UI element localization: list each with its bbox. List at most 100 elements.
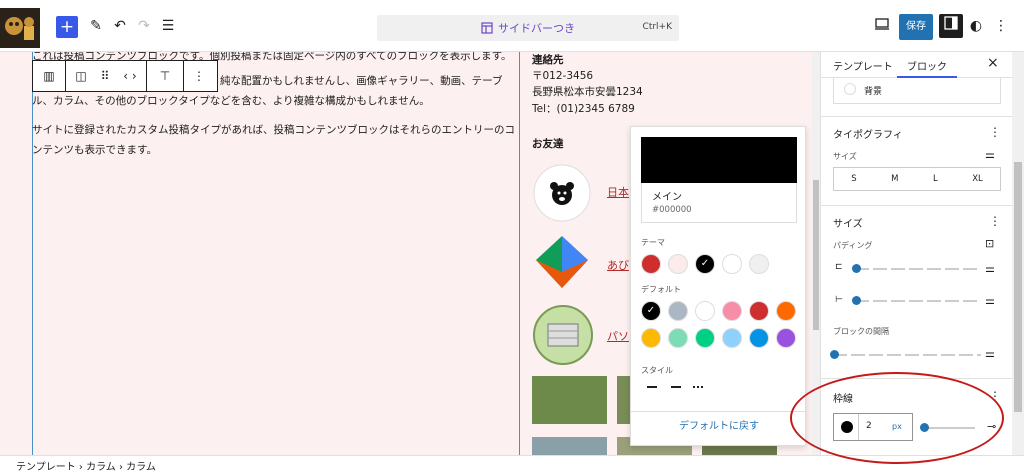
pasotai-logo — [532, 304, 593, 365]
default-color-swatch[interactable] — [668, 328, 688, 348]
chevron-right-icon: › — [78, 462, 87, 473]
theme-color-swatch[interactable]: ✓ — [695, 254, 715, 274]
vertical-padding-knob[interactable] — [852, 264, 861, 273]
column-block-icon[interactable]: ▥ — [33, 69, 65, 83]
default-color-swatch[interactable]: ✓ — [641, 301, 661, 321]
breadcrumb-item[interactable]: カラム — [86, 462, 116, 473]
add-block-button[interactable]: + — [56, 16, 78, 38]
size-m[interactable]: M — [891, 174, 898, 184]
friend-link-2[interactable]: あび — [607, 257, 629, 273]
site-logo[interactable] — [0, 8, 40, 48]
size-s[interactable]: S — [851, 174, 856, 184]
move-arrows-icon[interactable]: ‹ › — [114, 69, 146, 83]
vertical-align-icon[interactable]: ⊤ — [147, 69, 183, 83]
vertical-padding-icon: ⊏ — [835, 262, 843, 272]
theme-color-swatch[interactable] — [641, 254, 661, 274]
size-xl[interactable]: XL — [972, 174, 983, 184]
sidebar-scrollbar[interactable] — [1012, 52, 1024, 455]
typography-options-icon[interactable]: ⋮ — [989, 125, 1001, 139]
redo-icon[interactable]: ↷ — [132, 14, 156, 38]
custom-spacing-icon[interactable]: ⚌ — [985, 347, 995, 360]
panel-divider — [821, 116, 1017, 117]
abi-logo — [532, 232, 592, 292]
breadcrumb-item[interactable]: カラム — [126, 462, 156, 473]
block-spacing-slider[interactable] — [833, 354, 981, 356]
custom-padding-icon[interactable]: ⚌ — [985, 262, 995, 275]
friend-link-1[interactable]: 日本 — [607, 184, 629, 200]
columns-parent-icon[interactable]: ◫ — [66, 69, 96, 83]
undo-icon[interactable]: ↶ — [108, 14, 132, 38]
sidebar-scroll-thumb[interactable] — [1014, 162, 1022, 412]
tab-template[interactable]: テンプレート — [833, 58, 893, 73]
paragraph-3[interactable]: サイトに登録されたカスタム投稿タイプがあれば、投稿コンテンツブロックはそれらのエ… — [32, 120, 522, 160]
command-palette-bar[interactable]: サイドバーつき Ctrl+K — [377, 15, 679, 41]
selected-color-preview[interactable] — [641, 137, 797, 183]
background-label: 背景 — [864, 87, 883, 97]
custom-size-icon[interactable]: ⚌ — [985, 148, 995, 161]
block-toolbar: ▥ ◫ ⠿ ‹ › ⊤ ⋮ — [32, 60, 218, 92]
block-spacing-label: ブロックの間隔 — [833, 327, 889, 336]
color-picker-popover: メイン #000000 テーマ デフォルト スタイル デフォルトに戻す ✓ ✓ — [630, 126, 807, 446]
default-color-swatch[interactable] — [776, 328, 796, 348]
dotted-style-icon[interactable] — [693, 386, 703, 388]
options-icon[interactable]: ⋮ — [989, 14, 1013, 38]
pencil-icon[interactable]: ✎ — [84, 14, 108, 38]
custom-padding-icon[interactable]: ⚌ — [985, 294, 995, 307]
font-size-picker: S M L XL — [833, 167, 1001, 191]
background-swatch-icon — [844, 83, 856, 95]
canvas-scroll-thumb[interactable] — [813, 180, 819, 330]
color-hex: #000000 — [652, 205, 692, 215]
settings-sidebar-icon[interactable] — [939, 14, 963, 38]
theme-color-swatch[interactable] — [722, 254, 742, 274]
style-label: スタイル — [641, 366, 673, 375]
default-color-swatch[interactable] — [776, 301, 796, 321]
padding-label: パディング — [833, 241, 873, 250]
horizontal-padding-knob[interactable] — [852, 296, 861, 305]
size-l[interactable]: L — [933, 174, 938, 184]
default-color-swatch[interactable] — [695, 301, 715, 321]
kumamori-logo — [532, 162, 592, 222]
device-preview-icon[interactable] — [870, 14, 894, 38]
default-color-swatch[interactable] — [749, 328, 769, 348]
reset-default-button[interactable]: デフォルトに戻す — [631, 411, 807, 445]
link-sides-icon[interactable]: ⊡ — [985, 237, 994, 250]
typography-title: タイポグラフィ — [833, 130, 903, 141]
paragraph-2-text: 純な配置かもしれませんし、画像ギャラリー、動画、テーブ — [220, 75, 503, 87]
gallery-image[interactable] — [532, 437, 607, 455]
background-color-item[interactable]: 背景 — [833, 78, 1001, 104]
default-color-swatch[interactable] — [668, 301, 688, 321]
red-highlight-annotation — [790, 372, 1004, 464]
default-color-swatch[interactable] — [695, 328, 715, 348]
dashed-style-icon[interactable] — [671, 386, 681, 388]
more-options-icon[interactable]: ⋮ — [184, 69, 214, 83]
theme-color-swatch[interactable] — [668, 254, 688, 274]
default-color-swatch[interactable] — [722, 301, 742, 321]
save-button[interactable]: 保存 — [899, 14, 933, 40]
default-color-swatch[interactable] — [749, 301, 769, 321]
close-icon[interactable]: × — [987, 55, 999, 71]
panel-divider — [821, 205, 1017, 206]
default-color-swatch[interactable] — [641, 328, 661, 348]
font-size-label: サイズ — [833, 152, 857, 161]
dimensions-options-icon[interactable]: ⋮ — [989, 214, 1001, 228]
styles-icon[interactable]: ◐ — [964, 14, 988, 38]
contact-tel: Tel：(01)2345 6789 — [532, 103, 635, 115]
gallery-image[interactable] — [532, 376, 607, 424]
default-color-swatch[interactable] — [722, 328, 742, 348]
vertical-padding-slider[interactable] — [855, 268, 981, 270]
drag-handle-icon[interactable]: ⠿ — [96, 69, 114, 83]
default-colors-label: デフォルト — [641, 285, 681, 294]
shortcut-hint: Ctrl+K — [642, 22, 672, 32]
theme-color-swatch[interactable] — [749, 254, 769, 274]
selected-column[interactable] — [32, 52, 520, 455]
sidebar-tabs: テンプレート ブロック × — [821, 52, 1017, 78]
horizontal-padding-icon: ⊢ — [835, 295, 843, 305]
horizontal-padding-slider[interactable] — [855, 300, 981, 302]
block-spacing-knob[interactable] — [830, 350, 839, 359]
breadcrumb-item[interactable]: テンプレート — [16, 462, 76, 473]
template-name: サイドバーつき — [481, 20, 575, 36]
friend-link-3[interactable]: パソ — [607, 328, 629, 344]
tab-block[interactable]: ブロック — [907, 58, 947, 73]
solid-style-icon[interactable] — [647, 386, 657, 388]
document-overview-icon[interactable]: ☰ — [156, 14, 180, 38]
